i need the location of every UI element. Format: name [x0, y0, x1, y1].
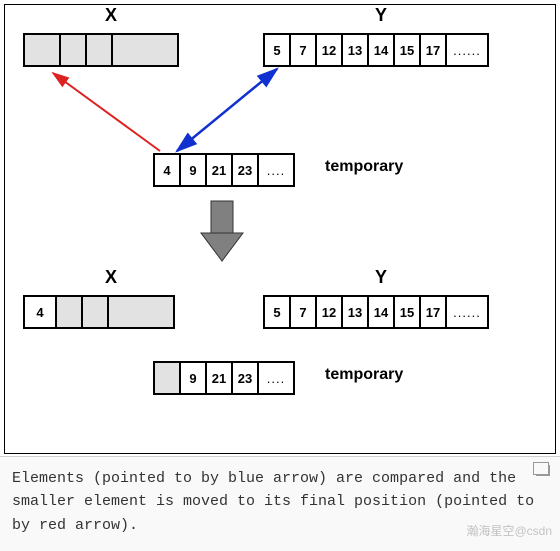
y1-cell: 17 — [421, 35, 447, 65]
x1-cell — [61, 35, 87, 65]
t1-cell: 23 — [233, 155, 259, 185]
y1-cell: 15 — [395, 35, 421, 65]
t1-cell: 4 — [155, 155, 181, 185]
red-arrow-icon — [53, 73, 160, 151]
y-array-1: 5 7 12 13 14 15 17 ...... — [263, 33, 489, 67]
y1-cell: 13 — [343, 35, 369, 65]
y-label-2: Y — [375, 267, 387, 288]
y1-cell: 12 — [317, 35, 343, 65]
y-label-1: Y — [375, 5, 387, 26]
down-arrow-icon — [201, 201, 243, 261]
x1-cell — [87, 35, 113, 65]
caption-text: Elements (pointed to by blue arrow) are … — [12, 470, 534, 534]
x-array-1 — [23, 33, 179, 67]
y2-cell: 5 — [265, 297, 291, 327]
x1-cell — [25, 35, 61, 65]
t2-cell: .... — [259, 363, 293, 393]
temp-array-1: 4 9 21 23 .... — [153, 153, 295, 187]
y2-cell: 15 — [395, 297, 421, 327]
t2-cell — [155, 363, 181, 393]
temp-array-2: 9 21 23 .... — [153, 361, 295, 395]
x2-cell — [109, 297, 173, 327]
x-label-1: X — [105, 5, 117, 26]
watermark-text: 瀚海星空@csdn — [466, 522, 552, 541]
x-array-2: 4 — [23, 295, 175, 329]
caption-area: Elements (pointed to by blue arrow) are … — [0, 456, 560, 551]
t2-cell: 21 — [207, 363, 233, 393]
diagram-container: X Y 5 7 12 13 14 15 17 ...... 4 9 21 23 … — [4, 4, 556, 454]
t2-cell: 9 — [181, 363, 207, 393]
t1-cell: 9 — [181, 155, 207, 185]
t2-cell: 23 — [233, 363, 259, 393]
y2-cell: 14 — [369, 297, 395, 327]
y1-cell: 5 — [265, 35, 291, 65]
temp-label-1: temporary — [325, 158, 403, 176]
y2-cell: ...... — [447, 297, 487, 327]
y1-cell: 7 — [291, 35, 317, 65]
temp-label-2: temporary — [325, 366, 403, 384]
y-array-2: 5 7 12 13 14 15 17 ...... — [263, 295, 489, 329]
y1-cell: ...... — [447, 35, 487, 65]
x2-cell — [57, 297, 83, 327]
x2-cell — [83, 297, 109, 327]
x1-cell — [113, 35, 177, 65]
y1-cell: 14 — [369, 35, 395, 65]
blue-arrow-icon — [177, 69, 277, 151]
t1-cell: .... — [259, 155, 293, 185]
y2-cell: 7 — [291, 297, 317, 327]
expand-icon[interactable] — [536, 465, 550, 476]
y2-cell: 13 — [343, 297, 369, 327]
x-label-2: X — [105, 267, 117, 288]
y2-cell: 12 — [317, 297, 343, 327]
y2-cell: 17 — [421, 297, 447, 327]
t1-cell: 21 — [207, 155, 233, 185]
x2-cell: 4 — [25, 297, 57, 327]
